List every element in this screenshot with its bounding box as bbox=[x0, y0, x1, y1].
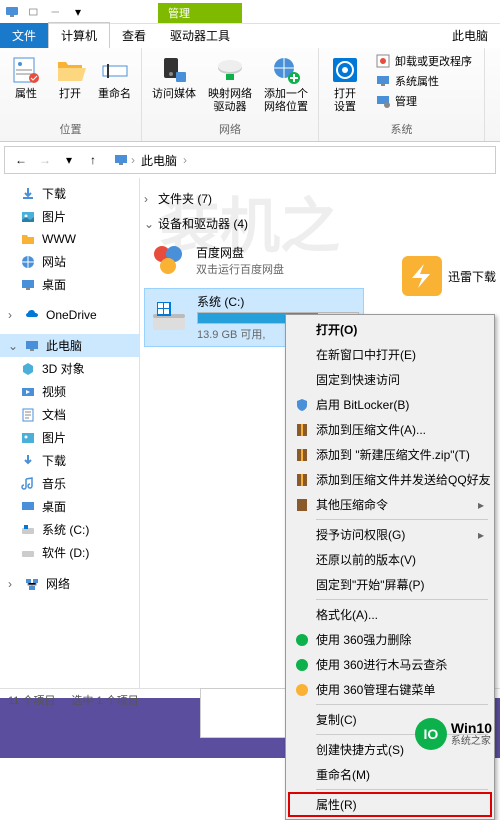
devices-section-header[interactable]: ⌄ 设备和驱动器 (4) bbox=[144, 211, 496, 236]
menu-format[interactable]: 格式化(A)... bbox=[288, 602, 492, 627]
uninstall-button[interactable]: 卸载或更改程序 bbox=[371, 52, 476, 70]
status-items: 11 个项目 bbox=[8, 692, 55, 708]
menu-pin-quick[interactable]: 固定到快速访问 bbox=[288, 367, 492, 392]
ribbon-tabs: 文件 计算机 查看 管理 驱动器工具 此电脑 bbox=[0, 24, 500, 48]
sidebar-item-pictures2[interactable]: 图片 bbox=[0, 426, 139, 449]
drive-baidu[interactable]: 百度网盘 双击运行百度网盘 bbox=[144, 236, 364, 284]
app-icon bbox=[4, 4, 20, 20]
sidebar-item-documents[interactable]: 文档 bbox=[0, 403, 139, 426]
manage-button[interactable]: 管理 bbox=[371, 92, 476, 110]
menu-other-compress[interactable]: 其他压缩命令▸ bbox=[288, 492, 492, 517]
sidebar-item-onedrive[interactable]: ›OneDrive bbox=[0, 304, 139, 326]
menu-add-zip[interactable]: 添加到 "新建压缩文件.zip"(T) bbox=[288, 442, 492, 467]
folders-section-header[interactable]: › 文件夹 (7) bbox=[144, 186, 496, 211]
qat-btn-2[interactable] bbox=[46, 4, 66, 20]
sidebar-item-desktop[interactable]: 桌面 bbox=[0, 273, 139, 296]
menu-bitlocker[interactable]: 启用 BitLocker(B) bbox=[288, 392, 492, 417]
tab-drive-tools[interactable]: 驱动器工具 bbox=[158, 23, 242, 48]
ribbon-group-location: 属性 打开 重命名 位置 bbox=[0, 48, 142, 141]
menu-360-rightmenu[interactable]: 使用 360管理右键菜单 bbox=[288, 677, 492, 702]
rename-button[interactable]: 重命名 bbox=[96, 52, 133, 103]
navigation-pane: 下载 图片 WWW 网站 桌面 ›OneDrive ⌄此电脑 3D 对象 视频 … bbox=[0, 178, 140, 688]
nav-history[interactable]: ▾ bbox=[57, 148, 81, 172]
titlebar-title: 此电脑 bbox=[440, 23, 500, 48]
win10-badge: IO Win10 系统之家 bbox=[415, 718, 492, 750]
win10-logo-icon: IO bbox=[415, 718, 447, 750]
sidebar-item-desktop2[interactable]: 桌面 bbox=[0, 495, 139, 518]
breadcrumb-this-pc[interactable]: 此电脑 bbox=[137, 150, 181, 171]
pc-icon bbox=[113, 152, 129, 168]
ribbon: 属性 打开 重命名 位置 访问媒体 映射网络 驱动器 bbox=[0, 48, 500, 142]
status-selected: 选中 1 个项目 bbox=[71, 692, 138, 708]
sidebar-item-3d[interactable]: 3D 对象 bbox=[0, 357, 139, 380]
tab-file[interactable]: 文件 bbox=[0, 23, 48, 48]
menu-360-delete[interactable]: 使用 360强力删除 bbox=[288, 627, 492, 652]
sidebar-item-music[interactable]: 音乐 bbox=[0, 472, 139, 495]
sidebar-item-websites[interactable]: 网站 bbox=[0, 250, 139, 273]
menu-rename[interactable]: 重命名(M) bbox=[288, 762, 492, 787]
nav-back[interactable]: ← bbox=[9, 148, 33, 172]
sidebar-item-downloads2[interactable]: 下载 bbox=[0, 449, 139, 472]
nav-forward[interactable]: → bbox=[33, 148, 57, 172]
sidebar-item-pictures[interactable]: 图片 bbox=[0, 205, 139, 228]
menu-add-archive[interactable]: 添加到压缩文件(A)... bbox=[288, 417, 492, 442]
menu-pin-start[interactable]: 固定到"开始"屏幕(P) bbox=[288, 572, 492, 597]
tab-manage-context: 管理 bbox=[158, 3, 242, 23]
address-bar: ← → ▾ ↑ › 此电脑 › bbox=[4, 146, 496, 174]
sidebar-item-downloads[interactable]: 下载 bbox=[0, 182, 139, 205]
sys-props-button[interactable]: 系统属性 bbox=[371, 72, 476, 90]
sidebar-item-system-c[interactable]: 系统 (C:) bbox=[0, 518, 139, 541]
open-settings-button[interactable]: 打开 设置 bbox=[327, 52, 363, 116]
open-button[interactable]: 打开 bbox=[52, 52, 88, 103]
quick-access-toolbar: ▾ bbox=[24, 4, 88, 20]
menu-properties[interactable]: 属性(R) bbox=[288, 792, 492, 817]
ribbon-group-network: 访问媒体 映射网络 驱动器 添加一个 网络位置 网络 bbox=[142, 48, 319, 141]
breadcrumb[interactable]: › 此电脑 › bbox=[113, 150, 491, 171]
sidebar-item-network[interactable]: ›网络 bbox=[0, 572, 139, 595]
nav-up[interactable]: ↑ bbox=[81, 148, 105, 172]
menu-grant-access[interactable]: 授予访问权限(G)▸ bbox=[288, 522, 492, 547]
sidebar-item-software-d[interactable]: 软件 (D:) bbox=[0, 541, 139, 564]
menu-open[interactable]: 打开(O) bbox=[288, 317, 492, 342]
access-media-button[interactable]: 访问媒体 bbox=[150, 52, 198, 103]
qat-dropdown[interactable]: ▾ bbox=[68, 4, 88, 20]
titlebar: ▾ bbox=[0, 0, 500, 24]
map-drive-button[interactable]: 映射网络 驱动器 bbox=[206, 52, 254, 116]
menu-open-new-window[interactable]: 在新窗口中打开(E) bbox=[288, 342, 492, 367]
tab-computer[interactable]: 计算机 bbox=[48, 22, 110, 48]
menu-restore-version[interactable]: 还原以前的版本(V) bbox=[288, 547, 492, 572]
menu-add-send-qq[interactable]: 添加到压缩文件并发送给QQ好友 bbox=[288, 467, 492, 492]
sidebar-item-www[interactable]: WWW bbox=[0, 228, 139, 250]
qat-btn-1[interactable] bbox=[24, 4, 44, 20]
ribbon-group-system: 打开 设置 卸载或更改程序 系统属性 管理 系统 bbox=[319, 48, 485, 141]
add-location-button[interactable]: 添加一个 网络位置 bbox=[262, 52, 310, 116]
properties-button[interactable]: 属性 bbox=[8, 52, 44, 103]
tab-view[interactable]: 查看 bbox=[110, 23, 158, 48]
sidebar-item-this-pc[interactable]: ⌄此电脑 bbox=[0, 334, 139, 357]
sidebar-item-videos[interactable]: 视频 bbox=[0, 380, 139, 403]
menu-360-trojan[interactable]: 使用 360进行木马云查杀 bbox=[288, 652, 492, 677]
